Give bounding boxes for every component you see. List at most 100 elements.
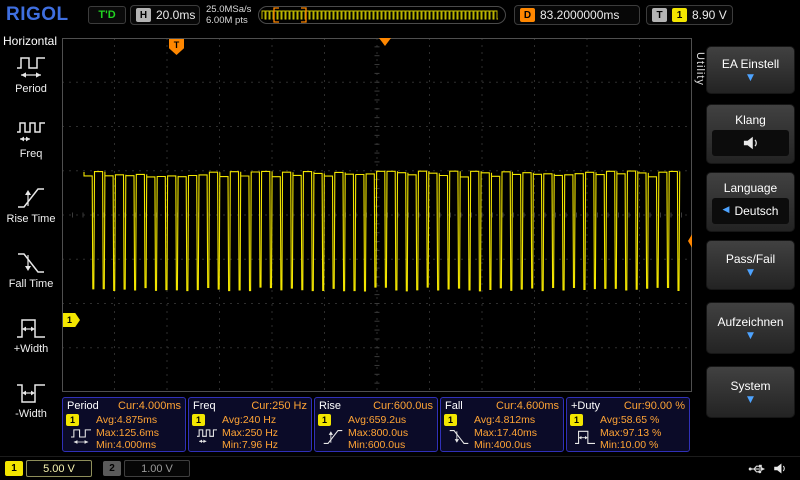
memory-waveform-preview	[258, 6, 506, 24]
measurement-avg: Avg:4.812ms	[474, 414, 561, 427]
measurement-max: Max:17.40ms	[474, 427, 561, 440]
softkey-system[interactable]: System ▼	[706, 366, 795, 418]
measurement-min: Min:4.000ms	[96, 439, 183, 452]
softkey-aufzeichnen[interactable]: Aufzeichnen ▼	[706, 302, 795, 354]
rise-time-icon	[320, 427, 346, 447]
fall-time-icon	[14, 249, 48, 277]
measurement-current: Cur:4.600ms	[496, 400, 559, 412]
softkey-ea-einstell[interactable]: EA Einstell ▼	[706, 46, 795, 94]
measurement-min: Min:10.00 %	[600, 439, 687, 452]
timebase-value: 20.0ms	[156, 8, 195, 22]
channel-1-badge: 1	[318, 414, 331, 426]
speaker-icon	[772, 462, 788, 475]
measurement-panel-freq: Freq Cur:250 Hz 1 Avg:240 Hz Max:250 Hz …	[188, 397, 312, 452]
d-badge: D	[520, 8, 535, 22]
menu-item-label: Period	[0, 83, 62, 95]
chevron-down-icon: ▼	[747, 396, 754, 405]
plus-duty-icon	[572, 427, 598, 447]
menu-item-label: Rise Time	[0, 213, 62, 225]
period-icon	[68, 427, 94, 447]
softkey-label: Aufzeichnen	[717, 315, 783, 329]
chevron-left-icon: ◀	[723, 206, 730, 215]
measurement-current: Cur:90.00 %	[624, 400, 685, 412]
delay-value: 83.2000000ms	[540, 8, 619, 22]
softkey-label: Language	[724, 181, 777, 195]
trigger-level-value: 8.90 V	[692, 8, 727, 22]
channel-status-bar: 1 5.00 V 2 1.00 V	[0, 456, 800, 480]
trigger-source-badge: 1	[672, 8, 687, 22]
speaker-icon	[741, 135, 761, 151]
channel-1-scale[interactable]: 5.00 V	[26, 460, 92, 477]
measurement-min: Min:7.96 Hz	[222, 439, 309, 452]
measurement-max: Max:250 Hz	[222, 427, 309, 440]
channel-1-badge: 1	[66, 414, 79, 426]
measurement-name: Freq	[193, 400, 216, 412]
menu-item-minus-width[interactable]: -Width	[0, 379, 62, 420]
menu-item-fall-time[interactable]: Fall Time	[0, 249, 62, 290]
softkey-pass-fail[interactable]: Pass/Fail ▼	[706, 240, 795, 290]
menu-item-plus-width[interactable]: +Width	[0, 314, 62, 355]
channel-1-badge: 1	[570, 414, 583, 426]
measurement-max: Max:125.6ms	[96, 427, 183, 440]
softkey-label: EA Einstell	[722, 57, 779, 71]
softkey-language[interactable]: Language ◀ Deutsch	[706, 172, 795, 232]
menu-item-label: -Width	[0, 408, 62, 420]
measurement-panel-duty: +Duty Cur:90.00 % 1 Avg:58.65 % Max:97.1…	[566, 397, 690, 452]
language-value: Deutsch	[734, 204, 778, 218]
menu-item-label: Freq	[0, 148, 62, 160]
channel-1-badge: 1	[192, 414, 205, 426]
channel-2-badge[interactable]: 2	[103, 461, 121, 476]
memory-preview-svg	[260, 7, 504, 23]
measure-menu: Horizontal Period Freq Rise Time Fall Ti…	[0, 30, 62, 456]
trigger-status-badge: T'D	[88, 6, 126, 24]
freq-icon	[14, 119, 48, 147]
softkey-label: System	[730, 379, 770, 393]
measurement-panel-fall: Fall Cur:4.600ms 1 Avg:4.812ms Max:17.40…	[440, 397, 564, 452]
h-badge: H	[136, 8, 151, 22]
trigger-position-label: T	[174, 40, 180, 50]
menu-item-label: +Width	[0, 343, 62, 355]
softkey-label: Pass/Fail	[726, 252, 775, 266]
language-value-box: ◀ Deutsch	[712, 198, 789, 224]
measurement-avg: Avg:58.65 %	[600, 414, 687, 427]
waveform-display: T 1 T	[62, 38, 707, 394]
measurement-avg: Avg:4.875ms	[96, 414, 183, 427]
delay-readout: D 83.2000000ms	[514, 5, 640, 25]
measurement-max: Max:97.13 %	[600, 427, 687, 440]
measurement-min: Min:400.0us	[474, 439, 561, 452]
softkey-klang[interactable]: Klang	[706, 104, 795, 164]
menu-item-rise-time[interactable]: Rise Time	[0, 184, 62, 225]
measurement-panel-rise: Rise Cur:600.0us 1 Avg:659.2us Max:800.0…	[314, 397, 438, 452]
rigol-logo: RIGOL	[6, 4, 69, 26]
measurement-name: Period	[67, 400, 99, 412]
menu-tab-utility: Utility	[694, 52, 706, 86]
measure-menu-title: Horizontal	[3, 34, 57, 48]
measurement-bar: Period Cur:4.000ms 1 Avg:4.875ms Max:125…	[62, 397, 692, 454]
measurement-min: Min:600.0us	[348, 439, 435, 452]
memory-depth: 6.00M pts	[206, 15, 251, 26]
measurement-current: Cur:4.000ms	[118, 400, 181, 412]
scope-screen: RIGOL T'D H 20.0ms 25.0MSa/s 6.00M pts D…	[0, 0, 800, 480]
top-status-bar: RIGOL T'D H 20.0ms 25.0MSa/s 6.00M pts D…	[0, 0, 800, 30]
channel-1-badge[interactable]: 1	[5, 461, 23, 476]
sound-value-box	[712, 130, 789, 156]
chevron-down-icon: ▼	[747, 74, 754, 83]
plus-width-icon	[14, 314, 48, 342]
t-badge: T	[652, 8, 667, 22]
menu-item-period[interactable]: Period	[0, 54, 62, 95]
freq-icon	[194, 427, 220, 447]
measurement-name: +Duty	[571, 400, 600, 412]
graticule-svg	[62, 38, 692, 392]
channel1-marker-label: 1	[67, 315, 72, 325]
horizontal-timebase-readout: H 20.0ms	[130, 5, 200, 25]
menu-item-label: Fall Time	[0, 278, 62, 290]
measurement-avg: Avg:659.2us	[348, 414, 435, 427]
measurement-current: Cur:250 Hz	[251, 400, 307, 412]
chevron-down-icon: ▼	[747, 332, 754, 341]
measurement-current: Cur:600.0us	[373, 400, 433, 412]
measurement-max: Max:800.0us	[348, 427, 435, 440]
trigger-readout: T 1 8.90 V	[646, 5, 733, 25]
channel-2-scale[interactable]: 1.00 V	[124, 460, 190, 477]
menu-item-freq[interactable]: Freq	[0, 119, 62, 160]
sample-rate: 25.0MSa/s	[206, 4, 251, 15]
